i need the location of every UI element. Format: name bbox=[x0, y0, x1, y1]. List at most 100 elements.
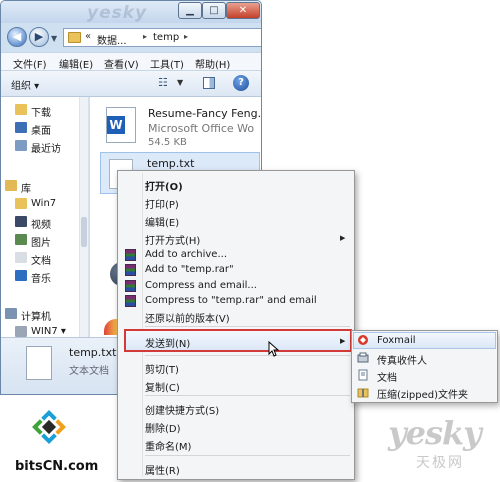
submenu-arrow-icon: ▶ bbox=[340, 337, 346, 345]
pictures-icon bbox=[15, 234, 27, 245]
address-chevron-icon[interactable]: ▸ bbox=[143, 32, 147, 41]
back-arrow-icon: ◀ bbox=[12, 30, 22, 43]
file-name[interactable]: temp.txt bbox=[147, 157, 194, 170]
address-overflow-icon[interactable]: « bbox=[85, 31, 91, 42]
nav-item-label: 库 bbox=[21, 184, 31, 195]
nav-item[interactable]: 音乐 bbox=[1, 267, 89, 285]
nav-item[interactable]: 文档 bbox=[1, 249, 89, 267]
address-segment-data[interactable]: 数据... bbox=[97, 32, 127, 47]
menu-item-cut[interactable]: 剪切(T) bbox=[145, 361, 179, 376]
address-bar[interactable]: « 数据... ▸ temp ▸ bbox=[63, 28, 261, 47]
yesky-logo-subtitle: 天极网 bbox=[416, 455, 464, 471]
send-to-submenu: Foxmail 传真收件人 文档 压缩(zipped)文件夹 bbox=[351, 330, 498, 403]
help-icon[interactable]: ? bbox=[233, 75, 249, 91]
forward-button[interactable]: ▶ bbox=[29, 27, 49, 47]
nav-item[interactable]: 下载 bbox=[1, 101, 89, 119]
navigation-row: ◀ ▶ ▼ « 数据... ▸ temp ▸ bbox=[1, 23, 261, 51]
nav-item[interactable]: 库 bbox=[1, 177, 89, 195]
menu-icon-gutter bbox=[142, 173, 143, 477]
change-view-icon[interactable]: ☷ bbox=[158, 76, 168, 89]
libraries-icon bbox=[5, 180, 17, 191]
menu-view[interactable]: 查看(V) bbox=[104, 56, 139, 71]
menu-edit[interactable]: 编辑(E) bbox=[59, 56, 93, 71]
menu-item-delete[interactable]: 删除(D) bbox=[145, 420, 181, 435]
menu-item-add-to-temp-rar[interactable]: Add to "temp.rar" bbox=[145, 264, 234, 275]
submenu-arrow-icon: ▶ bbox=[340, 234, 346, 242]
forward-arrow-icon: ▶ bbox=[34, 30, 44, 43]
menu-item-compress-email[interactable]: Compress and email... bbox=[145, 280, 257, 291]
word-document-icon[interactable]: W bbox=[106, 107, 136, 143]
menu-item-add-to-archive[interactable]: Add to archive... bbox=[145, 249, 227, 260]
preview-pane-icon[interactable] bbox=[203, 77, 215, 89]
yesky-logo: yesky 天极网 bbox=[388, 414, 498, 474]
recent-pages-dropdown-icon[interactable]: ▼ bbox=[51, 34, 57, 43]
address-chevron-icon[interactable]: ▸ bbox=[184, 32, 188, 41]
submenu-item-foxmail[interactable]: Foxmail bbox=[377, 335, 416, 346]
menu-tools[interactable]: 工具(T) bbox=[150, 56, 184, 71]
nav-item-label: WIN7 ▾ bbox=[31, 326, 66, 337]
watermark-yesky: yesky bbox=[87, 3, 148, 23]
context-menu: 打开(O) 打印(P) 编辑(E) 打开方式(H) ▶ Add to archi… bbox=[117, 170, 355, 480]
details-file-type: 文本文档 bbox=[69, 366, 109, 377]
text-file-icon bbox=[26, 346, 52, 380]
bitscn-logo-mark-icon bbox=[32, 410, 66, 444]
menu-bar: 文件(F) 编辑(E) 查看(V) 工具(T) 帮助(H) bbox=[1, 52, 261, 71]
music-icon bbox=[15, 270, 27, 281]
menu-item-create-shortcut[interactable]: 创建快捷方式(S) bbox=[145, 402, 219, 417]
close-button[interactable]: ✕ bbox=[226, 2, 260, 19]
details-file-name: temp.txt bbox=[69, 346, 117, 359]
address-segment-temp[interactable]: temp bbox=[153, 32, 179, 43]
menu-item-restore-previous[interactable]: 还原以前的版本(V) bbox=[145, 310, 230, 325]
menu-help[interactable]: 帮助(H) bbox=[195, 56, 230, 71]
nav-item[interactable]: 计算机 bbox=[1, 305, 89, 323]
menu-file[interactable]: 文件(F) bbox=[13, 56, 47, 71]
nav-item[interactable]: 视频 bbox=[1, 213, 89, 231]
nav-item[interactable]: 桌面 bbox=[1, 119, 89, 137]
file-type: Microsoft Office Wo bbox=[148, 122, 255, 135]
maximize-button[interactable]: □ bbox=[202, 2, 226, 19]
nav-item-label: 计算机 bbox=[21, 312, 51, 323]
nav-item-label: Win7 bbox=[31, 198, 57, 209]
nav-item[interactable]: 最近访 bbox=[1, 137, 89, 155]
submenu-item-fax-recipient[interactable]: 传真收件人 bbox=[377, 352, 427, 367]
minimize-button[interactable]: ▁ bbox=[178, 2, 202, 19]
navigation-scrollbar[interactable] bbox=[79, 97, 88, 337]
foxmail-icon bbox=[358, 335, 368, 345]
minimize-icon: ▁ bbox=[186, 5, 194, 16]
submenu-item-zip-folder[interactable]: 压缩(zipped)文件夹 bbox=[377, 386, 468, 401]
menu-item-rename[interactable]: 重命名(M) bbox=[145, 438, 191, 453]
winrar-icon bbox=[125, 295, 136, 307]
library-folder-icon bbox=[15, 198, 27, 209]
menu-item-edit[interactable]: 编辑(E) bbox=[145, 214, 179, 229]
menu-item-open[interactable]: 打开(O) bbox=[145, 178, 183, 193]
organize-button[interactable]: 组织 ▾ bbox=[11, 77, 39, 92]
folder-icon bbox=[68, 32, 81, 43]
winrar-icon bbox=[125, 249, 136, 261]
back-button[interactable]: ◀ bbox=[7, 27, 27, 47]
nav-item[interactable]: 图片 bbox=[1, 231, 89, 249]
menu-item-send-to[interactable]: 发送到(N) bbox=[145, 335, 190, 350]
nav-item-label: 桌面 bbox=[31, 126, 51, 137]
computer-icon bbox=[5, 308, 17, 319]
view-dropdown-icon[interactable]: ▼ bbox=[177, 78, 183, 87]
nav-item[interactable]: Win7 bbox=[1, 195, 89, 213]
winrar-icon bbox=[125, 280, 136, 292]
submenu-item-documents[interactable]: 文档 bbox=[377, 369, 397, 384]
videos-icon bbox=[15, 216, 27, 227]
nav-item-label: 音乐 bbox=[31, 274, 51, 285]
menu-item-compress-temp-email[interactable]: Compress to "temp.rar" and email bbox=[145, 295, 317, 306]
scrollbar-thumb[interactable] bbox=[81, 217, 87, 247]
file-name[interactable]: Resume-Fancy Feng... bbox=[148, 107, 261, 120]
fax-icon bbox=[357, 352, 369, 363]
nav-item-label: 最近访 bbox=[31, 144, 61, 155]
nav-item-label: 下载 bbox=[31, 108, 51, 119]
title-bar: yesky ▁ □ ✕ bbox=[1, 1, 261, 23]
menu-item-properties[interactable]: 属性(R) bbox=[145, 462, 180, 477]
nav-item-label: 文档 bbox=[31, 256, 51, 267]
close-icon: ✕ bbox=[238, 5, 248, 16]
command-bar: 组织 ▾ ☷ ▼ ? bbox=[1, 71, 261, 97]
menu-item-open-with[interactable]: 打开方式(H) bbox=[145, 232, 200, 247]
menu-item-copy[interactable]: 复制(C) bbox=[145, 379, 180, 394]
menu-separator bbox=[145, 395, 350, 396]
menu-item-print[interactable]: 打印(P) bbox=[145, 196, 179, 211]
